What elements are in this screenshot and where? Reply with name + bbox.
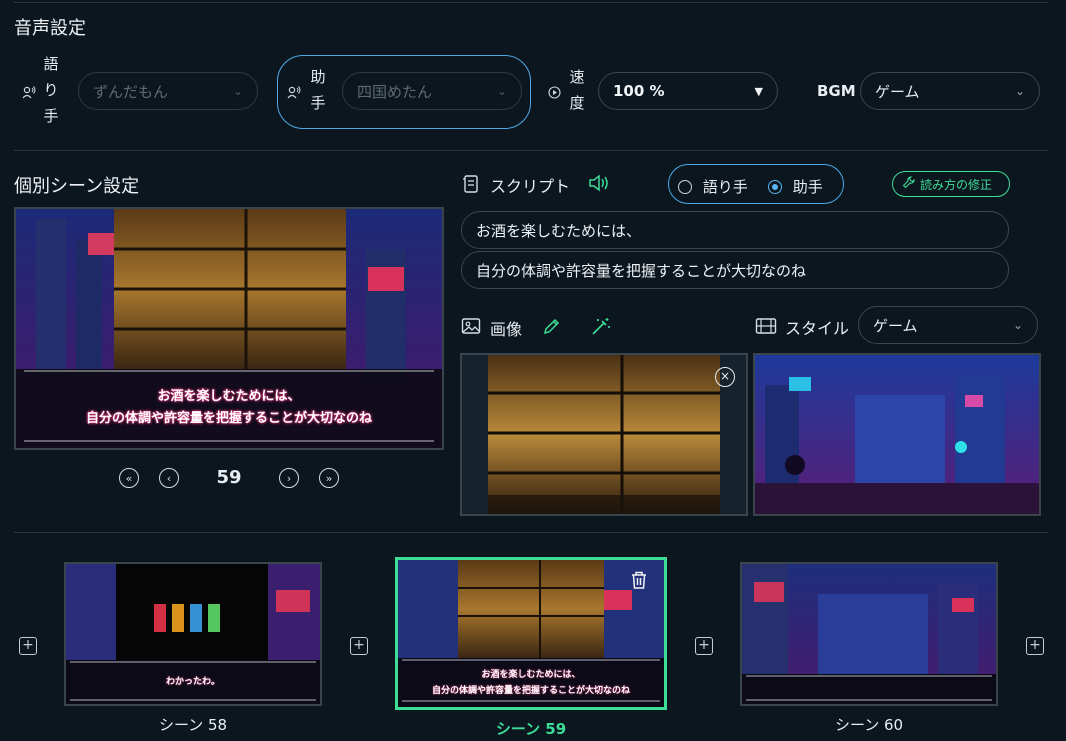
script-line-1-text: お酒を楽しむためには、 bbox=[476, 221, 642, 240]
image-icon bbox=[461, 317, 481, 339]
magic-wand-icon[interactable] bbox=[590, 316, 612, 340]
scene-58-caption: わかったわ。 bbox=[165, 677, 220, 687]
scene-image bbox=[488, 355, 720, 514]
current-scene-number: 59 bbox=[216, 467, 242, 488]
radio-assistant-indicator bbox=[768, 180, 782, 194]
fix-reading-button[interactable]: 読み方の修正 bbox=[892, 171, 1010, 197]
play-circle-icon bbox=[548, 84, 561, 103]
assistant-label: 助手 bbox=[310, 68, 326, 112]
scene-thumbnail-59[interactable]: お酒を楽しむためには、 自分の体調や許容量を把握することが大切なのね bbox=[395, 557, 667, 710]
wrench-icon bbox=[902, 176, 915, 192]
scene-thumbnail-60[interactable] bbox=[740, 562, 998, 706]
voice-settings-title: 音声設定 bbox=[14, 18, 86, 39]
scene-59-label: シーン 59 bbox=[495, 720, 567, 738]
assistant-select[interactable]: 四国めたん ⌄ bbox=[342, 72, 522, 110]
caret-down-icon: ▼ bbox=[754, 84, 763, 98]
add-scene-button[interactable]: + bbox=[350, 637, 368, 655]
last-scene-button[interactable]: » bbox=[319, 468, 339, 488]
script-line-1[interactable]: お酒を楽しむためには、 bbox=[461, 211, 1009, 249]
script-line-2-text: 自分の体調や許容量を把握することが大切なのね bbox=[476, 261, 807, 280]
chevron-down-icon: ⌄ bbox=[496, 84, 507, 98]
section-divider bbox=[14, 532, 1048, 533]
top-divider bbox=[14, 2, 1048, 3]
narrator-label: 語り手 bbox=[43, 55, 59, 125]
speaker-icon bbox=[287, 84, 301, 103]
section-divider bbox=[14, 150, 1048, 151]
scene-settings-title: 個別シーン設定 bbox=[14, 176, 140, 197]
radio-narrator-label: 語り手 bbox=[702, 178, 748, 196]
scene-60-label: シーン 60 bbox=[834, 716, 904, 734]
next-scene-button[interactable]: › bbox=[279, 468, 299, 488]
bgm-select-value: ゲーム bbox=[875, 82, 920, 101]
narrator-select-value: ずんだもん bbox=[93, 82, 169, 101]
style-preview-image bbox=[755, 355, 1039, 514]
bgm-label: BGM bbox=[817, 82, 856, 100]
narrator-select[interactable]: ずんだもん ⌄ bbox=[78, 72, 258, 110]
prev-scene-button[interactable]: ‹ bbox=[159, 468, 179, 488]
fix-reading-label: 読み方の修正 bbox=[920, 177, 993, 192]
chevron-down-icon: ⌄ bbox=[1012, 318, 1023, 332]
film-icon bbox=[755, 317, 777, 339]
pencil-icon[interactable] bbox=[542, 316, 562, 340]
radio-narrator[interactable]: 語り手 bbox=[678, 176, 748, 197]
chevron-down-icon: ⌄ bbox=[232, 84, 243, 98]
script-icon bbox=[461, 174, 481, 198]
style-select-value: ゲーム bbox=[873, 316, 918, 335]
radio-narrator-indicator bbox=[678, 180, 692, 194]
radio-assistant[interactable]: 助手 bbox=[768, 176, 823, 197]
style-select[interactable]: ゲーム ⌄ bbox=[858, 306, 1038, 344]
scene-image-frame[interactable]: × bbox=[460, 353, 748, 516]
scene-59-caption-line1: お酒を楽しむためには、 bbox=[481, 670, 581, 680]
speed-label: 速度 bbox=[569, 68, 585, 112]
image-label: 画像 bbox=[490, 320, 523, 339]
speaker-icon bbox=[22, 84, 36, 103]
script-line-2[interactable]: 自分の体調や許容量を把握することが大切なのね bbox=[461, 251, 1009, 289]
speed-select-value: 100 % bbox=[613, 82, 665, 100]
scene-preview[interactable]: お酒を楽しむためには、 自分の体調や許容量を把握することが大切なのね bbox=[14, 207, 444, 450]
scene-60-image bbox=[742, 564, 996, 704]
preview-caption-line1: お酒を楽しむためには、 bbox=[157, 389, 301, 404]
bgm-select[interactable]: ゲーム ⌄ bbox=[860, 72, 1040, 110]
first-scene-button[interactable]: « bbox=[119, 468, 139, 488]
add-scene-button[interactable]: + bbox=[695, 637, 713, 655]
scene-thumbnail-58[interactable]: わかったわ。 bbox=[64, 562, 322, 706]
style-label: スタイル bbox=[785, 319, 850, 338]
play-audio-icon[interactable] bbox=[588, 173, 612, 197]
assistant-select-value: 四国めたん bbox=[357, 82, 433, 101]
speed-select[interactable]: 100 % ▼ bbox=[598, 72, 778, 110]
style-preview-frame[interactable] bbox=[753, 353, 1041, 516]
add-scene-button[interactable]: + bbox=[1026, 637, 1044, 655]
radio-assistant-label: 助手 bbox=[792, 178, 823, 196]
trash-icon[interactable] bbox=[630, 570, 648, 594]
scene-58-label: シーン 58 bbox=[158, 716, 228, 734]
scene-59-caption-line2: 自分の体調や許容量を把握することが大切なのね bbox=[431, 686, 630, 696]
preview-caption-line2: 自分の体調や許容量を把握することが大切なのね bbox=[85, 411, 372, 426]
script-label: スクリプト bbox=[490, 177, 571, 196]
add-scene-button[interactable]: + bbox=[19, 637, 37, 655]
chevron-down-icon: ⌄ bbox=[1014, 84, 1025, 98]
close-image-icon[interactable]: × bbox=[715, 367, 735, 387]
